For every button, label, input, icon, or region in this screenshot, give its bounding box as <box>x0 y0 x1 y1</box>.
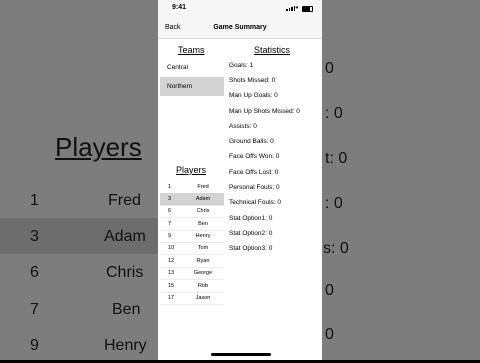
team-label: Northern <box>167 83 193 90</box>
stat-goals: Goals: 1 <box>229 62 254 69</box>
stat-face-offs-lost: Face Offs Lost: 0 <box>229 169 279 176</box>
player-name: Rob <box>197 283 209 289</box>
bg-stat-fragment: : 0 <box>325 105 343 122</box>
stat-assists: Assists: 0 <box>229 123 257 130</box>
bg-players-title: Players <box>55 132 142 162</box>
player-name: Chris <box>196 208 210 214</box>
bg-row-name: Henry <box>104 337 147 354</box>
bg-stat-fragment: 0 <box>325 326 334 343</box>
wifi-icon: ◕ <box>295 5 299 11</box>
player-row[interactable]: 6 Chris <box>160 205 224 218</box>
bg-row-num: 3 <box>30 228 39 245</box>
bg-stat-fragment: t: 0 <box>325 150 348 167</box>
player-number: 9 <box>168 233 172 239</box>
stat-ground-balls: Ground Balls: 0 <box>229 138 274 145</box>
bg-row-num: 7 <box>30 301 39 318</box>
bg-row-num: 9 <box>30 337 39 354</box>
team-label: Central <box>167 64 188 71</box>
home-indicator[interactable] <box>211 353 271 356</box>
player-name: Ben <box>198 221 208 227</box>
bg-row: 3 Adam <box>0 218 160 254</box>
status-bar: 9:41 ◕ <box>158 0 322 18</box>
bg-row-name: Fred <box>108 192 141 209</box>
team-item-central[interactable]: Central <box>160 58 224 77</box>
player-row[interactable]: 17 Jason <box>160 292 224 305</box>
stat-option1: Stat Option1: 0 <box>229 215 273 222</box>
player-name: Tom <box>197 245 209 251</box>
player-name: Ryan <box>196 258 210 264</box>
stat-man-up-shots-missed: Man Up Shots Missed: 0 <box>229 108 300 115</box>
players-title: Players <box>176 165 207 175</box>
bg-row-name: Adam <box>104 228 146 245</box>
player-name: George <box>193 270 213 276</box>
status-time: 9:41 <box>172 4 187 11</box>
bg-stat-fragment: 0 <box>325 282 334 299</box>
player-number: 13 <box>168 270 175 276</box>
player-name: Jason <box>195 295 211 301</box>
player-name: Adam <box>195 196 211 202</box>
stat-shots-missed: Shots Missed: 0 <box>229 77 276 84</box>
stat-personal-fouls: Personal Fouls: 0 <box>229 184 280 191</box>
player-number: 7 <box>168 221 172 227</box>
player-number: 17 <box>168 295 175 301</box>
bg-row: 7 Ben <box>0 291 160 327</box>
bg-row-name: Ben <box>112 301 141 318</box>
stat-option3: Stat Option3: 0 <box>229 245 273 252</box>
bg-stat-fragment: 0 <box>325 60 334 77</box>
stat-technical-fouls: Technical Fouls: 0 <box>229 199 282 206</box>
navigation-bar: Back Game Summary <box>158 18 322 39</box>
signal-icon <box>286 6 295 11</box>
player-number: 6 <box>168 208 172 214</box>
stat-man-up-goals: Man Up Goals: 0 <box>229 92 278 99</box>
player-number: 1 <box>168 184 172 190</box>
player-number: 12 <box>168 258 175 264</box>
page-title: Game Summary <box>213 24 267 31</box>
battery-icon <box>302 6 313 12</box>
player-row[interactable]: 13 George <box>160 267 224 280</box>
player-number: 15 <box>168 283 175 289</box>
player-name: Henry <box>195 233 211 239</box>
player-number: 3 <box>168 196 172 202</box>
stat-option2: Stat Option2: 0 <box>229 230 273 237</box>
statistics-title: Statistics <box>254 45 291 55</box>
bg-row-name: Chris <box>106 264 144 281</box>
bg-row: 9 Henry <box>0 327 160 363</box>
bg-row: 1 Fred <box>0 182 160 218</box>
bg-row: 6 Chris <box>0 254 160 290</box>
bg-stat-fragment: s: 0 <box>323 240 349 257</box>
phone-screen: 9:41 ◕ Back Game Summary Teams Central N… <box>158 0 322 360</box>
bg-stat-fragment: : 0 <box>325 195 343 212</box>
bg-row-num: 6 <box>30 264 39 281</box>
bg-row-num: 1 <box>30 192 39 209</box>
team-item-northern[interactable]: Northern <box>160 77 224 96</box>
player-number: 10 <box>168 245 175 251</box>
player-name: Fred <box>197 184 209 190</box>
teams-title: Teams <box>178 45 205 55</box>
stat-face-offs-won: Face Offs Won: 0 <box>229 153 280 160</box>
player-row[interactable]: 10 Tom <box>160 242 224 255</box>
